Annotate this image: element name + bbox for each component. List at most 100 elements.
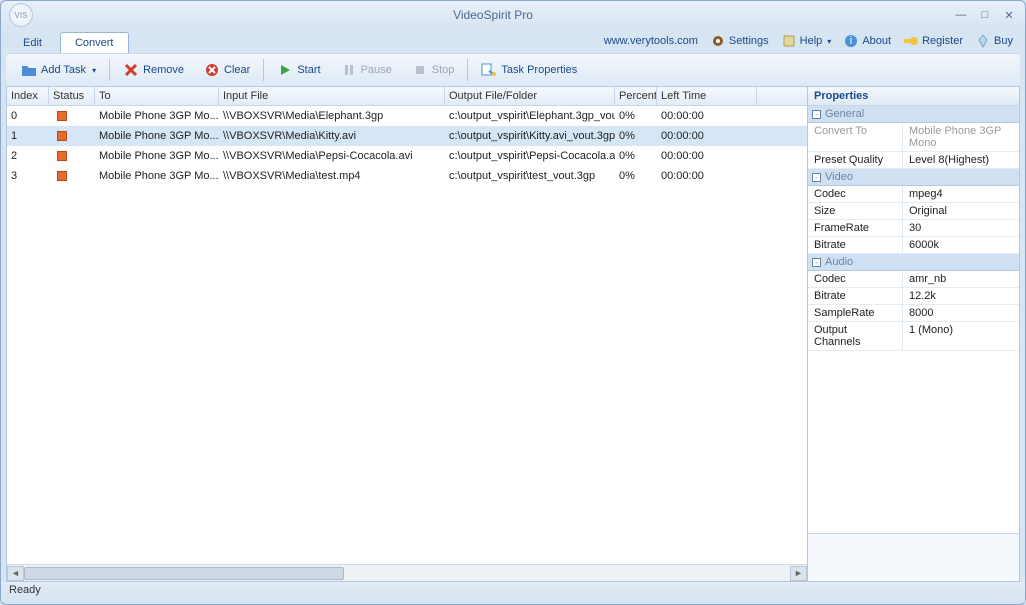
status-indicator bbox=[57, 171, 67, 181]
col-index[interactable]: Index bbox=[7, 87, 49, 105]
grid-header: Index Status To Input File Output File/F… bbox=[7, 87, 807, 106]
cell-lefttime: 00:00:00 bbox=[657, 168, 757, 184]
cell-to: Mobile Phone 3GP Mo... bbox=[95, 168, 219, 184]
cell-percent: 0% bbox=[615, 168, 657, 184]
col-to[interactable]: To bbox=[95, 87, 219, 105]
col-percent[interactable]: Percent bbox=[615, 87, 657, 105]
cell-percent: 0% bbox=[615, 108, 657, 124]
window-title: VideoSpirit Pro bbox=[33, 8, 953, 22]
col-status[interactable]: Status bbox=[49, 87, 95, 105]
minimize-button[interactable]: — bbox=[953, 9, 969, 22]
status-indicator bbox=[57, 111, 67, 121]
clear-button[interactable]: Clear bbox=[195, 58, 259, 82]
property-row[interactable]: Bitrate12.2k bbox=[808, 288, 1019, 305]
prop-key: Output Channels bbox=[808, 322, 903, 350]
prop-value: Mobile Phone 3GP Mono bbox=[903, 123, 1019, 151]
prop-group-header[interactable]: -Video bbox=[808, 169, 1019, 186]
scroll-left-arrow[interactable]: ◄ bbox=[7, 566, 24, 581]
cell-percent: 0% bbox=[615, 128, 657, 144]
property-row[interactable]: Bitrate6000k bbox=[808, 237, 1019, 254]
settings-icon bbox=[710, 33, 726, 49]
link-buy[interactable]: Buy bbox=[971, 31, 1017, 51]
table-row[interactable]: 1Mobile Phone 3GP Mo...\\VBOXSVR\Media\K… bbox=[7, 126, 807, 146]
cell-lefttime: 00:00:00 bbox=[657, 148, 757, 164]
group-name: Video bbox=[825, 171, 853, 183]
link-site[interactable]: www.verytools.com bbox=[600, 33, 702, 49]
toolbar: Add Task▾ Remove Clear Start Pause Stop … bbox=[6, 53, 1020, 87]
prop-value: 12.2k bbox=[903, 288, 1019, 304]
cell-output: c:\output_vspirit\Pepsi-Cocacola.avi_... bbox=[445, 148, 615, 164]
cell-status bbox=[49, 109, 95, 123]
menu-edit[interactable]: Edit bbox=[9, 33, 56, 53]
prop-group-header[interactable]: -Audio bbox=[808, 254, 1019, 271]
prop-key: SampleRate bbox=[808, 305, 903, 321]
menu-convert[interactable]: Convert bbox=[60, 32, 129, 53]
cell-output: c:\output_vspirit\Kitty.avi_vout.3gp bbox=[445, 128, 615, 144]
task-grid: Index Status To Input File Output File/F… bbox=[6, 87, 808, 582]
horizontal-scrollbar[interactable]: ◄ ► bbox=[7, 564, 807, 581]
prop-group-header[interactable]: -General bbox=[808, 106, 1019, 123]
table-row[interactable]: 0Mobile Phone 3GP Mo...\\VBOXSVR\Media\E… bbox=[7, 106, 807, 126]
play-icon bbox=[277, 62, 293, 78]
stop-icon bbox=[412, 62, 428, 78]
property-row[interactable]: Output Channels1 (Mono) bbox=[808, 322, 1019, 351]
cell-status bbox=[49, 169, 95, 183]
close-button[interactable]: ✕ bbox=[1001, 9, 1017, 22]
start-button[interactable]: Start bbox=[268, 58, 329, 82]
prop-value: Level 8(Highest) bbox=[903, 152, 1019, 168]
add-task-button[interactable]: Add Task▾ bbox=[12, 58, 105, 82]
scroll-right-arrow[interactable]: ► bbox=[790, 566, 807, 581]
link-settings[interactable]: Settings bbox=[706, 31, 773, 51]
status-text: Ready bbox=[9, 584, 41, 596]
col-input[interactable]: Input File bbox=[219, 87, 445, 105]
col-lefttime[interactable]: Left Time bbox=[657, 87, 757, 105]
cell-input: \\VBOXSVR\Media\Kitty.avi bbox=[219, 128, 445, 144]
property-row[interactable]: Preset QualityLevel 8(Highest) bbox=[808, 152, 1019, 169]
status-indicator bbox=[57, 131, 67, 141]
remove-button[interactable]: Remove bbox=[114, 58, 193, 82]
pause-button[interactable]: Pause bbox=[332, 58, 401, 82]
table-row[interactable]: 2Mobile Phone 3GP Mo...\\VBOXSVR\Media\P… bbox=[7, 146, 807, 166]
property-row[interactable]: Codecmpeg4 bbox=[808, 186, 1019, 203]
cell-percent: 0% bbox=[615, 148, 657, 164]
property-row[interactable]: Codecamr_nb bbox=[808, 271, 1019, 288]
cell-status bbox=[49, 129, 95, 143]
register-icon bbox=[903, 33, 919, 49]
task-properties-button[interactable]: Task Properties bbox=[472, 58, 586, 82]
maximize-button[interactable]: □ bbox=[977, 9, 993, 22]
cell-output: c:\output_vspirit\test_vout.3gp bbox=[445, 168, 615, 184]
cell-to: Mobile Phone 3GP Mo... bbox=[95, 128, 219, 144]
prop-value: 30 bbox=[903, 220, 1019, 236]
link-about[interactable]: iAbout bbox=[839, 31, 895, 51]
property-row[interactable]: Convert ToMobile Phone 3GP Mono bbox=[808, 123, 1019, 152]
prop-value: 8000 bbox=[903, 305, 1019, 321]
pause-icon bbox=[341, 62, 357, 78]
cell-output: c:\output_vspirit\Elephant.3gp_vout.... bbox=[445, 108, 615, 124]
property-row[interactable]: SampleRate8000 bbox=[808, 305, 1019, 322]
col-output[interactable]: Output File/Folder bbox=[445, 87, 615, 105]
svg-text:i: i bbox=[850, 35, 852, 47]
table-row[interactable]: 3Mobile Phone 3GP Mo...\\VBOXSVR\Media\t… bbox=[7, 166, 807, 186]
statusbar: Ready bbox=[1, 582, 1025, 602]
app-logo: VIS bbox=[9, 3, 33, 27]
cell-to: Mobile Phone 3GP Mo... bbox=[95, 148, 219, 164]
stop-button[interactable]: Stop bbox=[403, 58, 464, 82]
collapse-icon: - bbox=[812, 110, 821, 119]
link-help[interactable]: Help▾ bbox=[777, 31, 836, 51]
prop-value: mpeg4 bbox=[903, 186, 1019, 202]
prop-key: Preset Quality bbox=[808, 152, 903, 168]
folder-add-icon bbox=[21, 62, 37, 78]
property-row[interactable]: FrameRate30 bbox=[808, 220, 1019, 237]
titlebar: VIS VideoSpirit Pro — □ ✕ bbox=[1, 1, 1025, 29]
group-name: Audio bbox=[825, 256, 853, 268]
grid-body: 0Mobile Phone 3GP Mo...\\VBOXSVR\Media\E… bbox=[7, 106, 807, 564]
prop-value: amr_nb bbox=[903, 271, 1019, 287]
properties-title: Properties bbox=[808, 87, 1019, 106]
link-register[interactable]: Register bbox=[899, 31, 967, 51]
scroll-thumb[interactable] bbox=[24, 567, 344, 580]
property-row[interactable]: SizeOriginal bbox=[808, 203, 1019, 220]
properties-footer bbox=[808, 533, 1019, 581]
clear-icon bbox=[204, 62, 220, 78]
collapse-icon: - bbox=[812, 173, 821, 182]
prop-value: 1 (Mono) bbox=[903, 322, 1019, 350]
